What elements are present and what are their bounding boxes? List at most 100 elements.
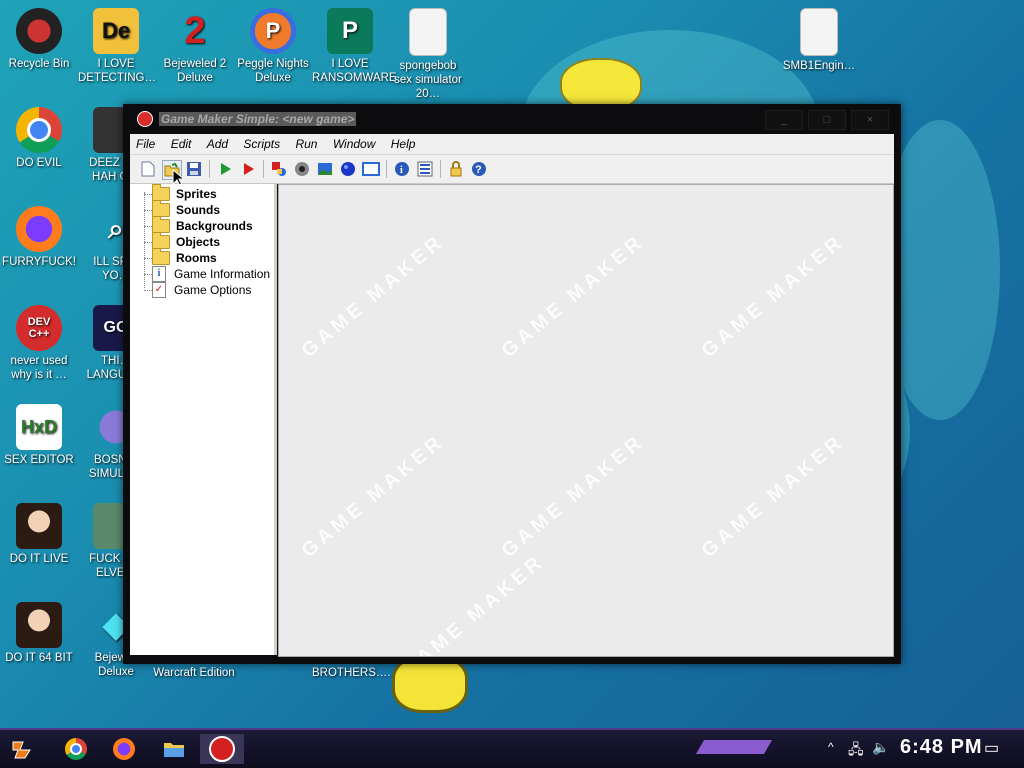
detect-it-easy-icon: De [93,8,139,54]
window-title: Game Maker Simple: <new game> [159,112,357,126]
network-icon[interactable]: 🖧 [848,739,864,763]
desktop-icon-label: Peggle Nights Deluxe [237,58,309,84]
tree-item-rooms[interactable]: Rooms [152,248,217,266]
start-icon[interactable] [8,734,40,764]
folder-icon [152,248,170,265]
firefox-icon[interactable] [108,734,140,764]
desktop-icon-bejeweled[interactable]: 2 Bejeweled 2 Deluxe [157,8,233,85]
minimize-button[interactable]: _ [765,110,803,130]
chrome-icon[interactable] [60,734,92,764]
add-room-icon[interactable] [362,160,380,178]
menu-run[interactable]: Run [289,134,323,154]
desktop-icon-label: DO EVIL [16,157,62,169]
desktop-icon-sex-editor[interactable]: HxD SEX EDITOR [1,404,77,467]
tree-connector [144,290,152,291]
desktop-icon-furry[interactable]: FURRYFUCK! [1,206,77,269]
desktop-icon-ransomware[interactable]: P I LOVE RANSOMWARE [312,8,397,85]
menu-scripts[interactable]: Scripts [237,134,286,154]
options-icon: ✓ [152,282,166,298]
watermark: GAME MAKER [297,230,449,363]
volume-icon[interactable]: 🔈 [872,739,889,756]
tree-item-backgrounds[interactable]: Backgrounds [152,216,253,234]
recycle-bin-icon [16,8,62,54]
help-icon[interactable]: ? [470,160,488,178]
desktop-icon-recycle-bin[interactable]: Recycle Bin [1,8,77,71]
game-information-icon[interactable]: i [393,160,411,178]
tree-item-label: Game Information [174,267,271,281]
bejeweled-icon: 2 [184,10,206,52]
info-icon: i [152,266,166,282]
tree-item-label: Game Options [174,283,252,297]
clock[interactable]: 6:48 PM [900,736,983,759]
watermark: GAME MAKER [497,230,649,363]
desktop-icon-do-evil[interactable]: DO EVIL [1,107,77,170]
run-icon[interactable] [216,160,234,178]
desktop-icon-peggle[interactable]: P Peggle Nights Deluxe [235,8,311,85]
game-options-icon[interactable] [416,160,434,178]
folder-icon [152,216,170,233]
add-background-icon[interactable] [316,160,334,178]
devcpp-icon: DEV C++ [16,305,62,351]
watermark: GAME MAKER [297,430,449,563]
desktop-icon-label: I LOVE DETECTING… [78,58,156,84]
desktop-icon-label: DO IT LIVE [9,553,69,565]
resource-tree: Sprites Sounds Backgrounds Objects Rooms… [130,184,277,655]
portrait-icon [16,503,62,549]
desktop-icon-label: I LOVE RANSOMWARE [312,58,397,84]
tree-item-label: Sprites [176,187,217,201]
desktop-icon-warcraft[interactable]: Warcraft Edition [146,666,242,680]
menu-edit[interactable]: Edit [165,134,198,154]
menu-file[interactable]: File [130,134,161,154]
tree-item-label: Rooms [176,251,217,265]
svg-text:?: ? [475,164,482,176]
menu-help[interactable]: Help [385,134,422,154]
desktop-icon-spongebob[interactable]: spongebob sex simulator 20… [390,8,466,101]
taskbar: ^ 🖧 🔈 6:48 PM ▭ [0,728,1024,768]
desktop-icon-do-it-live[interactable]: DO IT LIVE [1,503,77,566]
desktop-icon-do-it-64[interactable]: DO IT 64 BIT [1,602,77,665]
add-sound-icon[interactable] [293,160,311,178]
game-maker-icon [137,111,153,127]
desktop-icon-brothers[interactable]: BROTHERS…. [312,666,391,680]
tree-item-game-information[interactable]: i Game Information [152,266,270,282]
show-hidden-icons-icon[interactable]: ^ [828,740,834,754]
desktop-icon-smb1[interactable]: SMB1Engin… [781,8,857,73]
lock-icon[interactable] [447,160,465,178]
workspace-area[interactable]: GAME MAKER GAME MAKER GAME MAKER GAME MA… [278,184,894,657]
game-maker-window[interactable]: Game Maker Simple: <new game> _ □ × File… [123,104,901,664]
game-maker-icon[interactable] [200,734,244,764]
run-debug-icon[interactable] [239,160,257,178]
menu-window[interactable]: Window [327,134,382,154]
tree-connector [144,242,152,243]
add-sprite-icon[interactable] [270,160,288,178]
folder-icon [152,232,170,249]
new-file-icon[interactable] [139,160,157,178]
tree-item-game-options[interactable]: ✓ Game Options [152,282,251,298]
desktop-icon-label: Bejeweled 2 Deluxe [163,58,227,84]
toolbar-separator [263,160,264,178]
add-object-icon[interactable] [339,160,357,178]
tree-item-label: Sounds [176,203,220,217]
tree-item-objects[interactable]: Objects [152,232,220,250]
toolbar-separator [440,160,441,178]
folder-icon [152,200,170,217]
hxd-icon: HxD [16,404,62,450]
close-button[interactable]: × [851,110,889,130]
tree-item-sounds[interactable]: Sounds [152,200,220,218]
watermark: GAME MAKER [697,230,849,363]
desktop-icon-label: DO IT 64 BIT [5,652,73,664]
tree-item-sprites[interactable]: Sprites [152,184,217,202]
watermark: GAME MAKER [497,430,649,563]
save-icon[interactable] [185,160,203,178]
maximize-button[interactable]: □ [808,110,846,130]
desktop-icon-devcpp[interactable]: DEV C++ never used why is it … [1,305,77,382]
desktop-icon-label: never used why is it … [10,355,68,381]
notification-icon[interactable]: ▭ [984,738,999,758]
menu-add[interactable]: Add [201,134,234,154]
file-explorer-icon[interactable] [158,734,190,764]
desktop-icon-detecting[interactable]: De I LOVE DETECTING… [78,8,156,85]
desktop-icon-label: FURRYFUCK! [2,256,76,268]
title-bar[interactable]: Game Maker Simple: <new game> _ □ × [123,104,901,134]
desktop-icon-label: SEX EDITOR [4,454,74,466]
file-icon [800,8,838,56]
